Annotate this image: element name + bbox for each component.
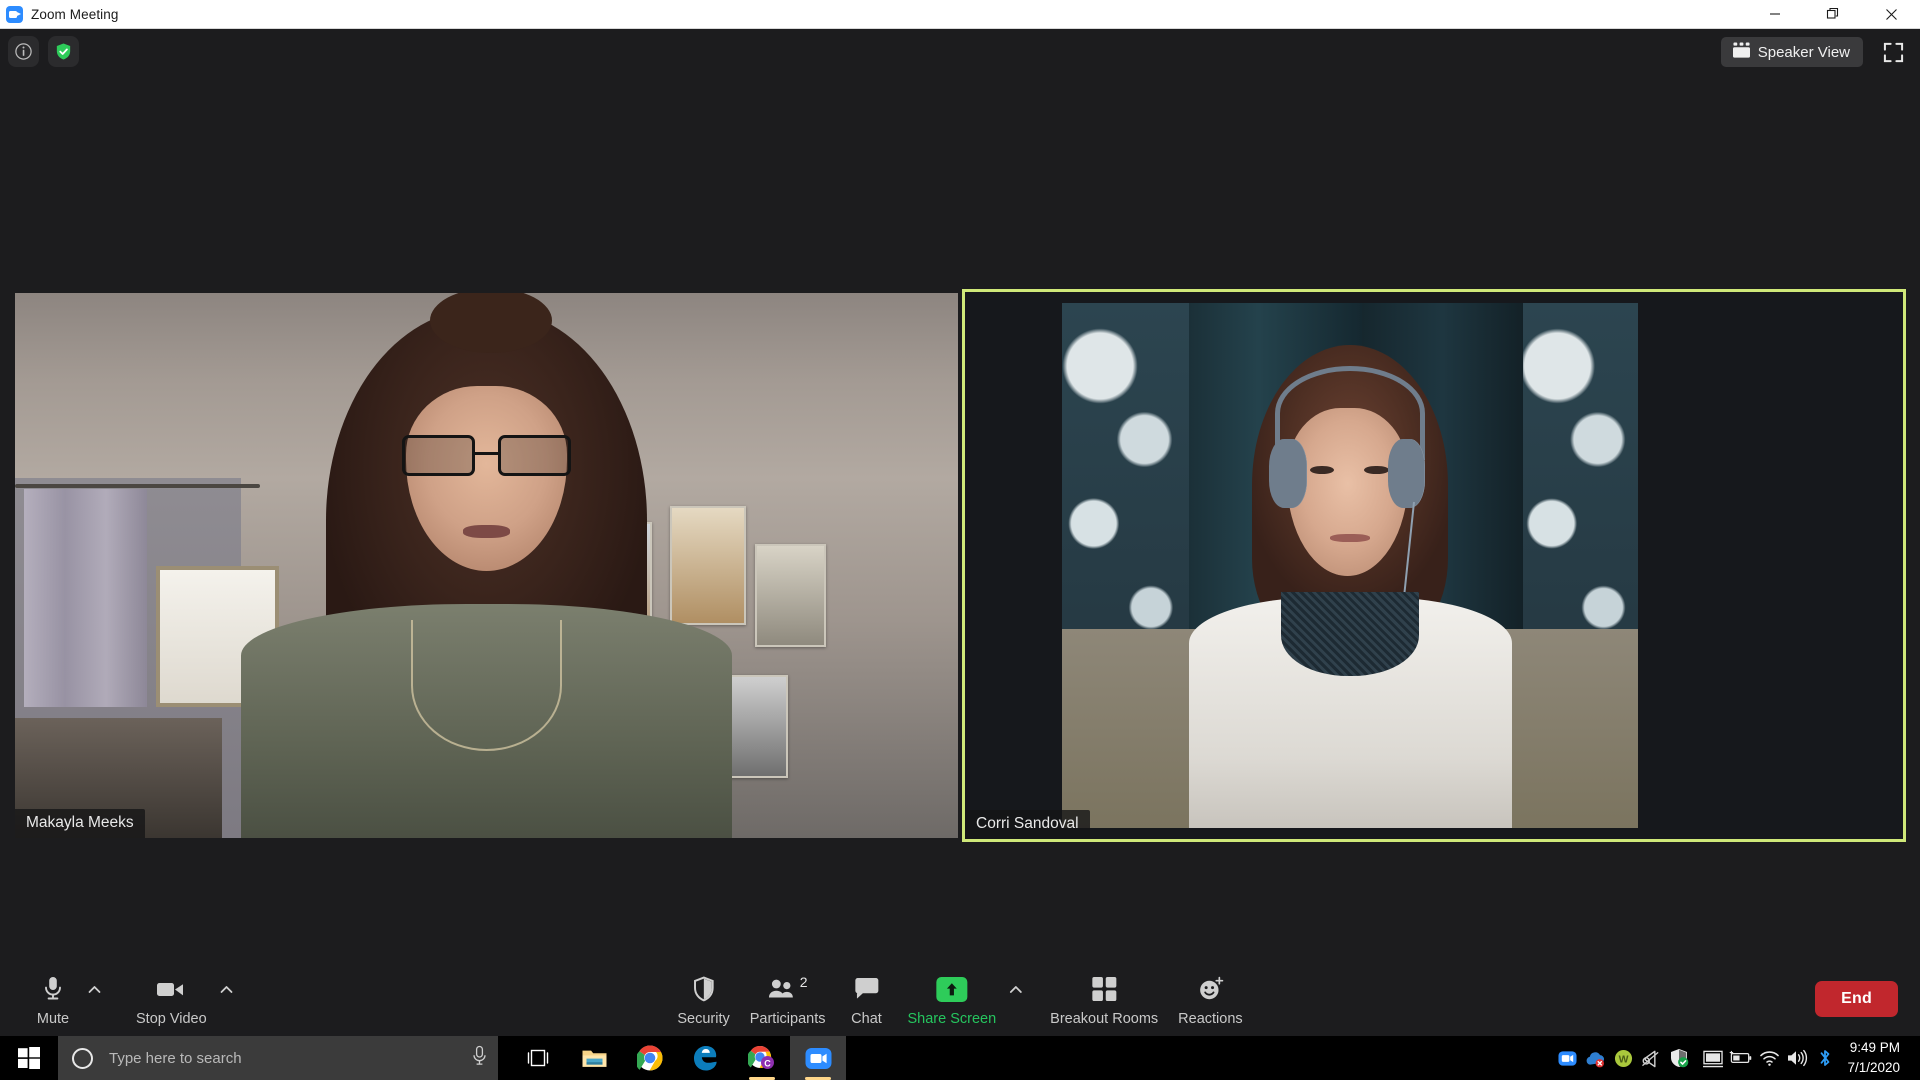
meeting-top-bar: Speaker View <box>0 29 1920 75</box>
microphone-icon <box>42 971 64 1007</box>
svg-text:C: C <box>764 1058 771 1068</box>
participant-tile-left[interactable]: Makayla Meeks <box>15 293 958 838</box>
reactions-smiley-plus-icon <box>1197 971 1224 1007</box>
participant-name-label: Makayla Meeks <box>15 809 145 838</box>
windows-start-icon[interactable] <box>0 1036 58 1080</box>
info-icon[interactable] <box>8 36 39 67</box>
speaker-muted-icon[interactable] <box>1637 1036 1665 1080</box>
enter-fullscreen-icon[interactable] <box>1879 38 1907 66</box>
search-input[interactable]: Type here to search <box>58 1036 498 1080</box>
wifi-icon[interactable] <box>1755 1036 1783 1080</box>
zoom-tray-icon[interactable] <box>1553 1036 1581 1080</box>
reactions-label: Reactions <box>1178 1011 1243 1027</box>
breakout-rooms-button[interactable]: Breakout Rooms <box>1040 971 1168 1027</box>
participants-label: Participants <box>749 1011 826 1027</box>
security-button[interactable]: Security <box>667 971 739 1027</box>
participant-name-label: Corri Sandoval <box>965 810 1090 839</box>
breakout-rooms-grid-icon <box>1091 971 1117 1007</box>
google-chrome-icon[interactable] <box>622 1036 678 1080</box>
video-stage: Makayla Meeks Corri Sandoval <box>0 75 1920 975</box>
reactions-button[interactable]: Reactions <box>1168 971 1252 1027</box>
security-label: Security <box>677 1011 730 1027</box>
file-explorer-icon[interactable] <box>566 1036 622 1080</box>
share-screen-label: Share Screen <box>907 1011 997 1027</box>
chat-button[interactable]: Chat <box>836 971 898 1027</box>
window-controls <box>1746 0 1920 29</box>
share-screen-chevron-up-icon[interactable] <box>1006 971 1026 1007</box>
participant-tile-right[interactable]: Corri Sandoval <box>962 289 1906 842</box>
share-screen-button[interactable]: Share Screen <box>898 971 1007 1027</box>
display-icon[interactable] <box>1699 1036 1727 1080</box>
microphone-icon[interactable] <box>471 1045 488 1071</box>
close-icon[interactable] <box>1862 0 1920 29</box>
zoom-video-icon <box>6 5 23 23</box>
minimize-icon[interactable] <box>1746 0 1804 29</box>
mute-label: Mute <box>36 1011 70 1027</box>
participant-video-right <box>965 292 1903 839</box>
shield-icon <box>692 971 715 1007</box>
mute-button[interactable]: Mute <box>22 971 84 1027</box>
system-tray: W 9:49 PM 7/1/2020 <box>1553 1036 1920 1080</box>
zoom-icon[interactable] <box>790 1036 846 1080</box>
zoom-meeting-window: Speaker View Makayla Meeks Corri Sandova… <box>0 29 1920 1051</box>
restore-icon[interactable] <box>1804 0 1862 29</box>
windows-defender-icon[interactable] <box>1665 1036 1693 1080</box>
onedrive-error-icon[interactable] <box>1581 1036 1609 1080</box>
shield-check-icon[interactable] <box>48 36 79 67</box>
window-title: Zoom Meeting <box>31 6 119 22</box>
stop-video-label: Stop Video <box>136 1011 207 1027</box>
toolbar-left-group: Mute Stop Video <box>22 971 237 1027</box>
audio-options-chevron-up-icon[interactable] <box>84 971 104 1007</box>
volume-icon[interactable] <box>1783 1036 1811 1080</box>
participants-button[interactable]: 2 Participants <box>740 971 836 1027</box>
taskbar-app-buttons: C <box>510 1036 846 1080</box>
people-icon: 2 <box>768 971 808 1007</box>
share-screen-up-arrow-icon <box>936 976 968 1002</box>
breakout-rooms-label: Breakout Rooms <box>1050 1011 1159 1027</box>
microsoft-edge-icon[interactable] <box>678 1036 734 1080</box>
chat-label: Chat <box>851 1011 882 1027</box>
participant-video-left <box>15 293 958 838</box>
battery-charging-icon[interactable] <box>1727 1036 1755 1080</box>
windows-taskbar: Type here to search C W 9:49 PM 7/1/2020 <box>0 1036 1920 1080</box>
clock-date: 7/1/2020 <box>1847 1060 1900 1075</box>
svg-text:W: W <box>1619 1054 1629 1065</box>
video-options-chevron-up-icon[interactable] <box>217 971 237 1007</box>
participants-count-badge: 2 <box>799 974 808 990</box>
end-meeting-button[interactable]: End <box>1815 981 1898 1017</box>
stop-video-button[interactable]: Stop Video <box>126 971 217 1027</box>
chat-bubble-icon <box>853 971 880 1007</box>
chrome-canary-icon[interactable]: C <box>734 1036 790 1080</box>
view-mode-button[interactable]: Speaker View <box>1720 37 1863 67</box>
bluetooth-icon[interactable] <box>1811 1036 1839 1080</box>
cortana-circle-icon <box>72 1047 93 1069</box>
window-title-bar: Zoom Meeting <box>0 0 1920 29</box>
view-mode-label: Speaker View <box>1757 43 1850 61</box>
webex-icon[interactable]: W <box>1609 1036 1637 1080</box>
clock-time: 9:49 PM <box>1849 1040 1900 1056</box>
taskbar-clock[interactable]: 9:49 PM 7/1/2020 <box>1839 1038 1914 1077</box>
gallery-view-icon <box>1732 41 1751 63</box>
task-view-icon[interactable] <box>510 1036 566 1080</box>
video-camera-icon <box>155 971 187 1007</box>
toolbar-center-group: Security 2 Participants Chat Share Scree… <box>667 971 1252 1027</box>
toolbar-right-group: End <box>1815 981 1898 1017</box>
search-placeholder: Type here to search <box>109 1049 242 1067</box>
